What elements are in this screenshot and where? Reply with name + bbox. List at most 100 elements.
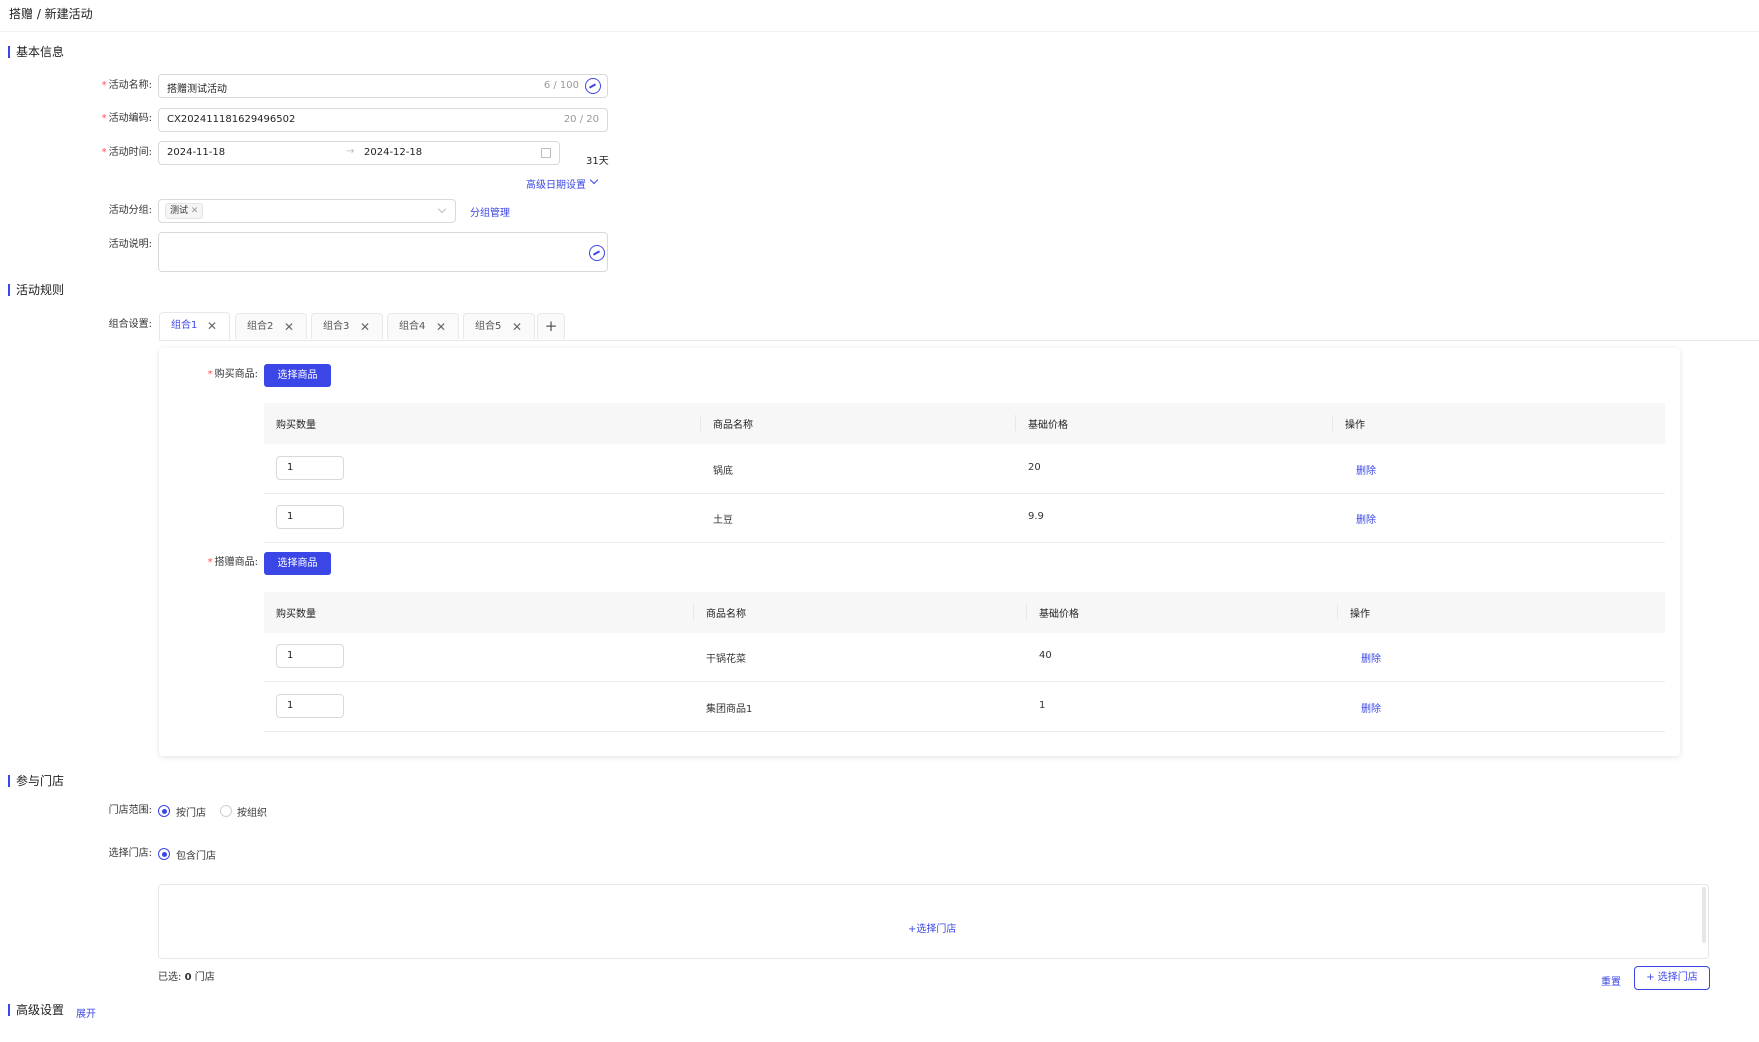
activity-name-label: * 活动名称: xyxy=(101,80,152,91)
quantity-input[interactable]: 1 xyxy=(276,694,344,718)
tag-close-icon[interactable]: ✕ xyxy=(191,206,199,216)
radio-by-store[interactable] xyxy=(158,805,170,817)
activity-desc-textarea[interactable] xyxy=(158,232,608,272)
gift-table-header: 购买数量 商品名称 基础价格 操作 xyxy=(264,592,1665,633)
advanced-date-settings-link[interactable]: 高级日期设置 xyxy=(526,176,586,191)
expand-advanced-link[interactable]: 展开 xyxy=(76,1005,96,1020)
activity-code-input[interactable]: CX202411181629496502 20 / 20 xyxy=(158,108,608,132)
quantity-input[interactable]: 1 xyxy=(276,505,344,529)
breadcrumb: 搭赠 / 新建活动 xyxy=(9,7,93,21)
goods-price: 9.9 xyxy=(1028,511,1044,522)
delete-link[interactable]: 删除 xyxy=(1361,650,1381,665)
radio-include-stores[interactable] xyxy=(158,848,170,860)
add-store-button[interactable]: + 选择门店 xyxy=(1634,966,1710,990)
combo-setting-label: 组合设置: xyxy=(108,319,152,330)
activity-code-value: CX202411181629496502 xyxy=(167,114,296,125)
add-tab-button[interactable]: + xyxy=(537,313,565,339)
table-row: 1 锅底 20 删除 xyxy=(264,444,1665,493)
goods-name: 土豆 xyxy=(713,515,733,526)
start-date[interactable]: 2024-11-18 xyxy=(167,147,225,158)
tab-combo-2[interactable]: 组合2 ✕ xyxy=(235,313,307,339)
section-title-rules: 活动规则 xyxy=(8,283,64,297)
header-divider xyxy=(0,31,1759,32)
section-title-stores: 参与门店 xyxy=(8,774,64,788)
select-buy-goods-button[interactable]: 选择商品 xyxy=(264,364,331,387)
col-qty: 购买数量 xyxy=(276,420,316,431)
radio-by-store-label[interactable]: 按门店 xyxy=(176,804,206,819)
scrollbar[interactable] xyxy=(1702,887,1706,943)
buy-table-header: 购买数量 商品名称 基础价格 操作 xyxy=(264,403,1665,444)
close-icon[interactable]: ✕ xyxy=(360,314,370,340)
group-tag: 测试 ✕ xyxy=(165,203,204,219)
row-divider xyxy=(264,731,1665,732)
store-scope-label: 门店范围: xyxy=(108,805,152,816)
col-sep xyxy=(1332,415,1333,431)
section-title-basic: 基本信息 xyxy=(8,45,64,59)
activity-name-value: 搭赠测试活动 xyxy=(167,84,227,95)
table-row: 1 干锅花菜 40 删除 xyxy=(264,633,1665,681)
activity-code-count: 20 / 20 xyxy=(563,114,599,125)
goods-price: 1 xyxy=(1039,700,1046,711)
activity-desc-label: 活动说明: xyxy=(108,239,152,250)
close-icon[interactable]: ✕ xyxy=(284,314,294,340)
group-manage-link[interactable]: 分组管理 xyxy=(470,204,510,219)
table-row: 1 土豆 9.9 删除 xyxy=(264,494,1665,542)
delete-link[interactable]: 删除 xyxy=(1356,462,1376,477)
selected-count: 已选: 0 门店 xyxy=(158,972,215,983)
close-icon[interactable]: ✕ xyxy=(436,314,446,340)
col-name: 商品名称 xyxy=(706,609,746,620)
date-range-picker[interactable]: 2024-11-18 → 2024-12-18 xyxy=(158,141,560,165)
ai-assist-icon[interactable] xyxy=(589,245,605,261)
end-date[interactable]: 2024-12-18 xyxy=(364,147,422,158)
activity-name-input[interactable]: 搭赠测试活动 6 / 100 xyxy=(158,74,608,98)
tab-combo-3[interactable]: 组合3 ✕ xyxy=(311,313,383,339)
close-icon[interactable]: ✕ xyxy=(207,313,217,339)
col-action: 操作 xyxy=(1345,420,1365,431)
radio-include-stores-label[interactable]: 包含门店 xyxy=(176,847,216,862)
col-sep xyxy=(1026,604,1027,620)
activity-group-select[interactable]: 测试 ✕ xyxy=(158,199,456,223)
col-sep xyxy=(1337,604,1338,620)
section-title-advanced: 高级设置 xyxy=(8,1003,64,1017)
reset-link[interactable]: 重置 xyxy=(1601,973,1621,988)
activity-time-label: * 活动时间: xyxy=(101,147,152,158)
goods-price: 20 xyxy=(1028,462,1041,473)
col-price: 基础价格 xyxy=(1039,609,1079,620)
gift-goods-label: * 搭赠商品: xyxy=(207,557,258,568)
activity-code-label: * 活动编码: xyxy=(101,113,152,124)
col-sep xyxy=(700,415,701,431)
radio-by-org-label[interactable]: 按组织 xyxy=(237,804,267,819)
goods-name: 干锅花菜 xyxy=(706,654,746,665)
buy-goods-label: * 购买商品: xyxy=(207,369,258,380)
tab-combo-1[interactable]: 组合1 ✕ xyxy=(159,312,230,340)
ai-assist-icon[interactable] xyxy=(585,78,601,94)
calendar-icon[interactable] xyxy=(541,148,551,158)
col-sep xyxy=(693,604,694,620)
quantity-input[interactable]: 1 xyxy=(276,644,344,668)
activity-name-count: 6 / 100 xyxy=(543,80,579,91)
tab-bar-divider xyxy=(159,340,1759,341)
chevron-down-icon xyxy=(437,204,447,214)
col-name: 商品名称 xyxy=(713,420,753,431)
col-sep xyxy=(1015,415,1016,431)
col-qty: 购买数量 xyxy=(276,609,316,620)
goods-name: 锅底 xyxy=(713,466,733,477)
tab-combo-4[interactable]: 组合4 ✕ xyxy=(387,313,459,339)
duration-days: 31天 xyxy=(586,156,609,167)
select-store-link[interactable]: +选择门店 xyxy=(908,920,956,935)
select-store-label: 选择门店: xyxy=(108,848,152,859)
radio-by-org[interactable] xyxy=(220,805,232,817)
delete-link[interactable]: 删除 xyxy=(1356,511,1376,526)
tab-combo-5[interactable]: 组合5 ✕ xyxy=(463,313,535,339)
goods-name: 集团商品1 xyxy=(706,704,753,715)
close-icon[interactable]: ✕ xyxy=(512,314,522,340)
chevron-down-icon xyxy=(589,175,599,185)
col-price: 基础价格 xyxy=(1028,420,1068,431)
select-gift-goods-button[interactable]: 选择商品 xyxy=(264,552,331,575)
quantity-input[interactable]: 1 xyxy=(276,456,344,480)
goods-price: 40 xyxy=(1039,650,1052,661)
delete-link[interactable]: 删除 xyxy=(1361,700,1381,715)
store-selection-box: +选择门店 xyxy=(158,884,1709,959)
row-divider xyxy=(264,542,1665,543)
activity-group-label: 活动分组: xyxy=(108,205,152,216)
